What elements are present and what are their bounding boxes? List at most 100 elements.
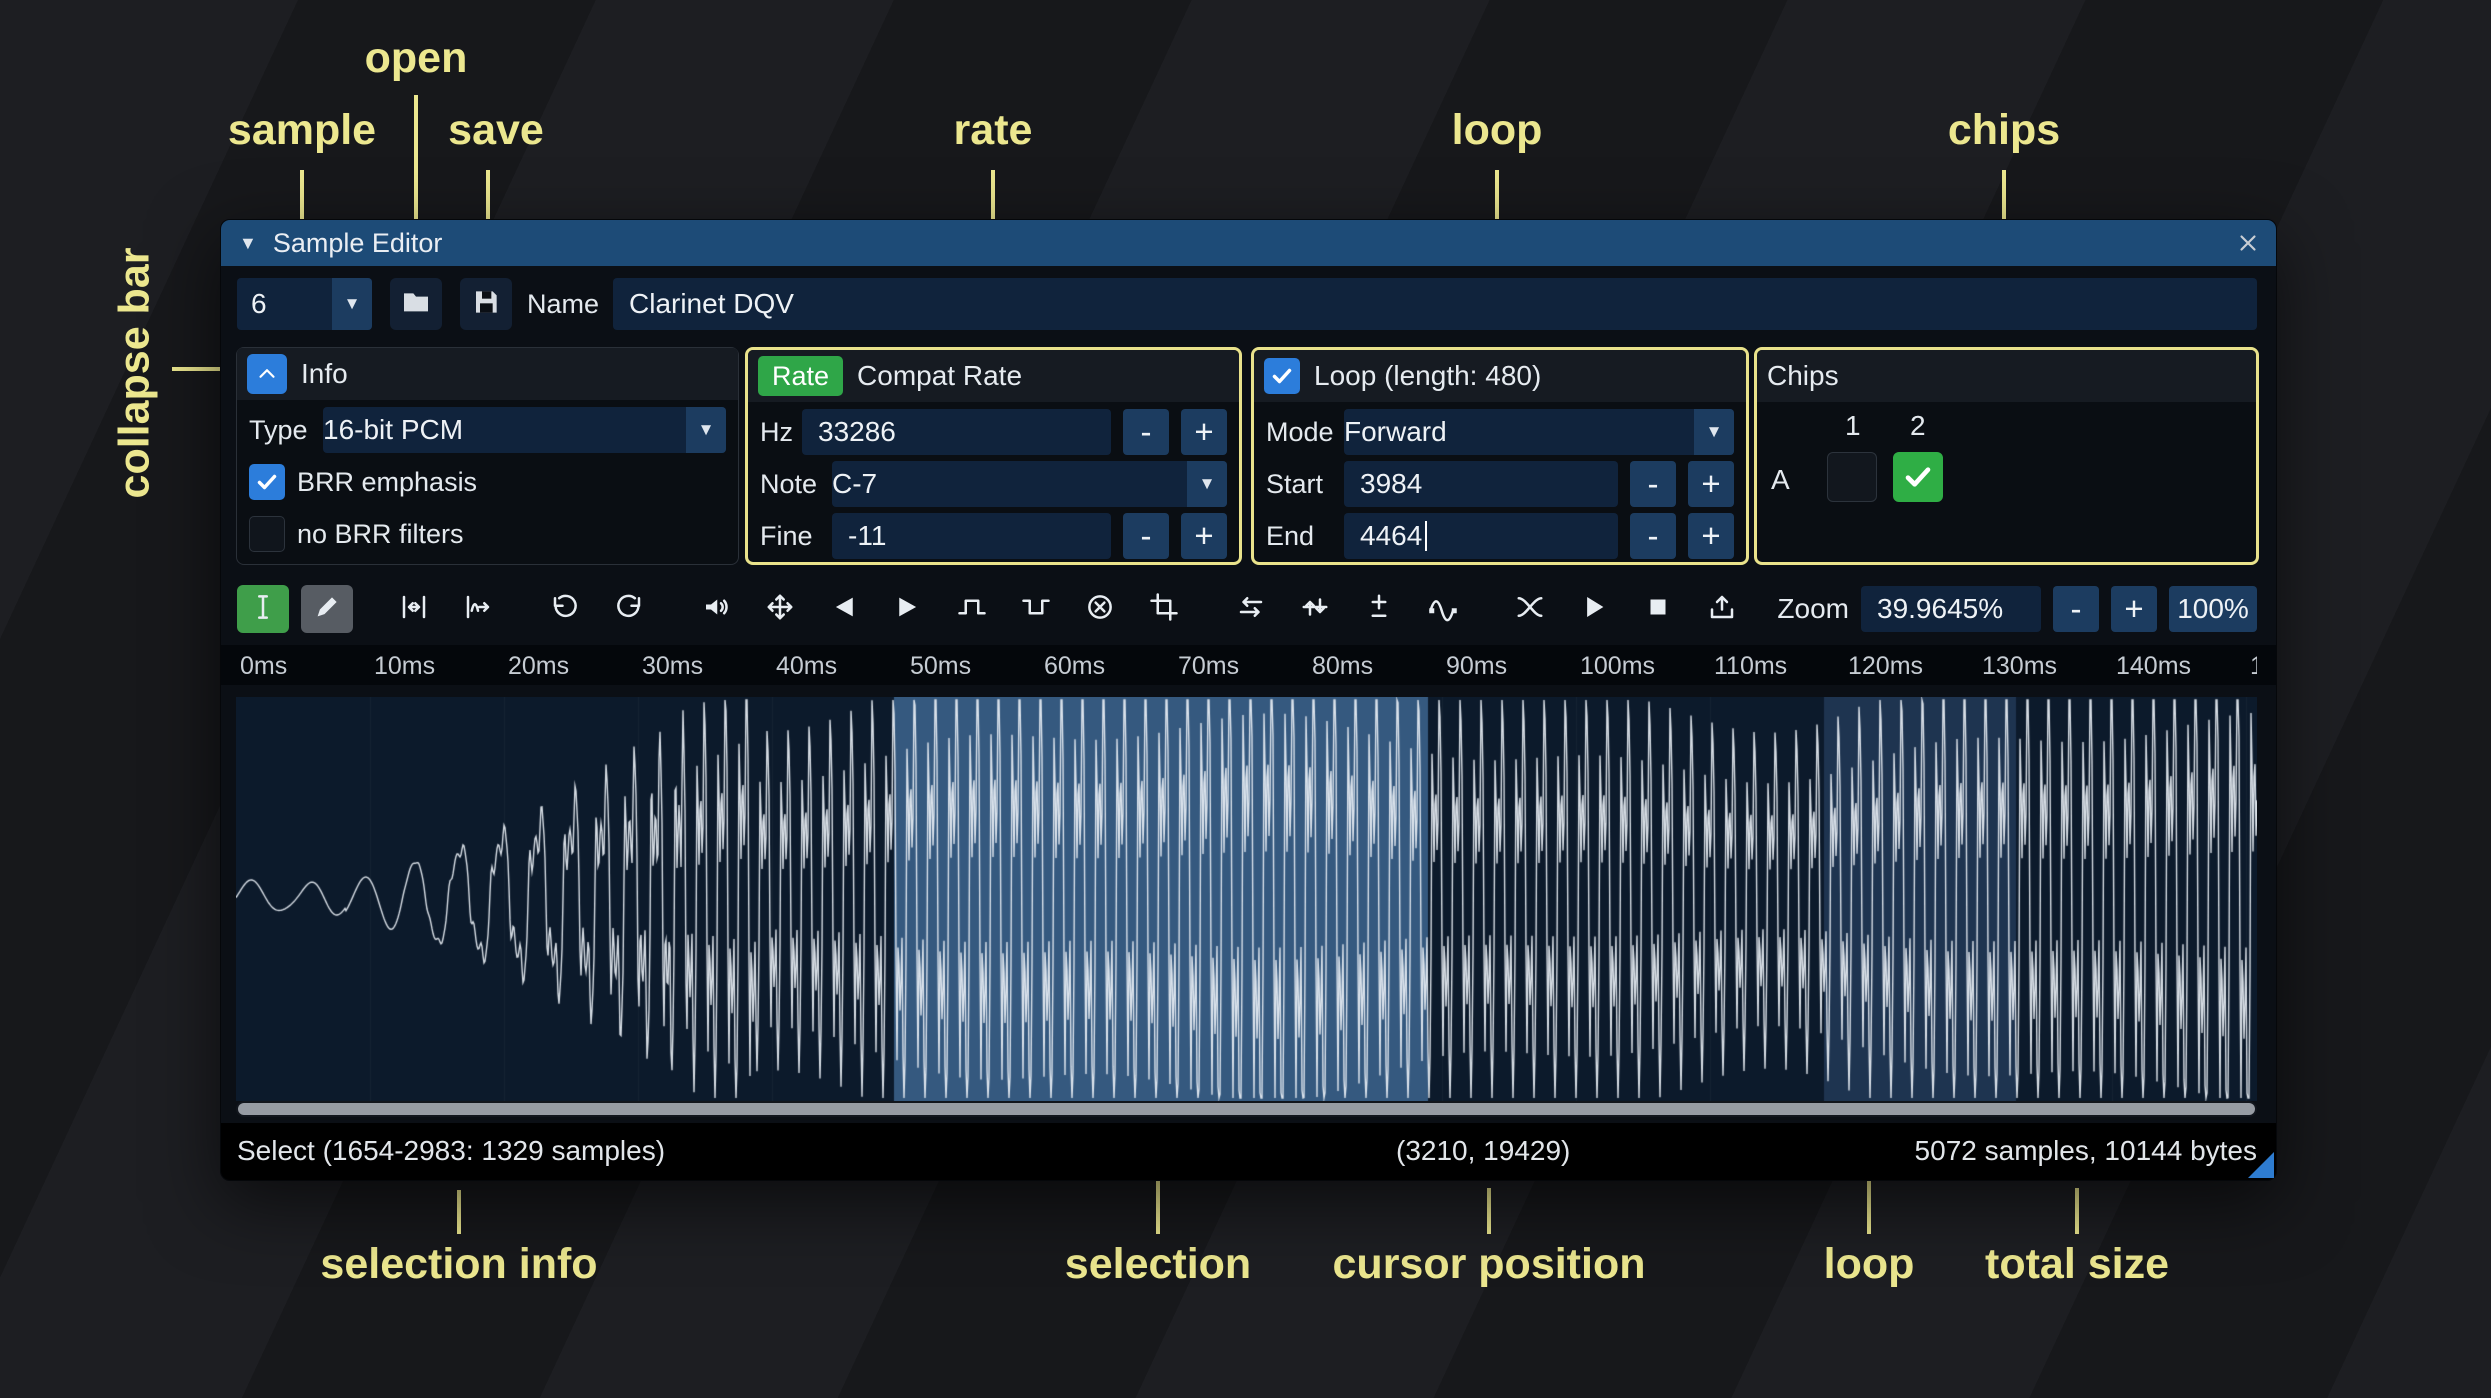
chips-panel: Chips 1 2 A [1754, 347, 2259, 565]
annotation-loop-bottom: loop [1823, 1240, 1915, 1288]
floppy-icon [470, 286, 502, 323]
crossfade-icon [1515, 592, 1545, 627]
loop-end-minus-button[interactable]: - [1630, 513, 1676, 559]
timeline-label: 80ms [1312, 652, 1374, 680]
select-tool-button[interactable] [237, 585, 289, 633]
tab-compat-rate[interactable]: Compat Rate [857, 360, 1022, 392]
chips-column-1: 1 [1845, 410, 1861, 441]
annotation-selection: selection [1064, 1240, 1252, 1288]
hz-input[interactable]: 33286 [802, 409, 1111, 455]
draw-tool-button[interactable] [301, 585, 353, 633]
apply-silence-button[interactable] [1010, 585, 1062, 633]
no-brr-filters-checkbox[interactable] [249, 516, 285, 552]
info-panel-header: Info [237, 348, 738, 400]
brr-emphasis-checkbox[interactable] [249, 464, 285, 500]
loop-end-value: 4464 [1360, 520, 1423, 551]
chip-a1-checkbox[interactable] [1827, 452, 1877, 502]
zoom-reset-button[interactable]: 100% [2169, 586, 2257, 632]
save-sample-button[interactable] [460, 278, 512, 330]
apply-silence-icon [1021, 592, 1051, 627]
text-cursor [1425, 521, 1428, 551]
open-sample-button[interactable] [390, 278, 442, 330]
collapse-bar-button[interactable] [247, 354, 287, 394]
timeline-label: 150ms [2250, 652, 2257, 680]
loop-enable-checkbox[interactable] [1264, 358, 1300, 394]
chevron-down-icon: ▼ [1187, 461, 1227, 507]
tab-rate[interactable]: Rate [758, 356, 844, 396]
loop-start-input[interactable]: 3984 [1344, 461, 1618, 507]
sample-number-dropdown[interactable]: 6 ▼ [237, 278, 372, 330]
invert-icon [1300, 592, 1330, 627]
zoom-in-button[interactable]: + [2111, 586, 2157, 632]
fine-minus-button[interactable]: - [1123, 513, 1169, 559]
loop-start-minus-button[interactable]: - [1630, 461, 1676, 507]
crossfade-button[interactable] [1504, 585, 1556, 633]
signed-unsigned-button[interactable] [1353, 585, 1405, 633]
timeline-label: 40ms [776, 652, 838, 680]
normalize-button[interactable] [754, 585, 806, 633]
filter-button[interactable] [1417, 585, 1469, 633]
type-dropdown[interactable]: 16-bit PCM ▼ [323, 407, 726, 453]
fine-plus-button[interactable]: + [1181, 513, 1227, 559]
preview-sample-button[interactable] [1568, 585, 1620, 633]
create-wavetable-icon [1707, 592, 1737, 627]
hz-label: Hz [760, 416, 793, 447]
info-panel-title: Info [301, 358, 348, 389]
insert-silence-button[interactable] [946, 585, 998, 633]
close-button[interactable] [2230, 225, 2266, 261]
sample-name-input[interactable]: Clarinet DQV [613, 278, 2257, 330]
resample-tool-button[interactable] [452, 585, 504, 633]
loop-start-label: Start [1266, 468, 1324, 499]
loop-end-plus-button[interactable]: + [1688, 513, 1734, 559]
invert-button[interactable] [1289, 585, 1341, 633]
timeline-label: 90ms [1446, 652, 1508, 680]
chips-row-label: A [1771, 464, 1790, 495]
annotation-sample: sample [227, 106, 377, 154]
sample-toolbar: Zoom 39.9645% - + 100% [237, 582, 2257, 636]
stop-preview-button[interactable] [1632, 585, 1684, 633]
loop-mode-dropdown[interactable]: Forward ▼ [1344, 409, 1734, 455]
sample-editor-window: ▼ Sample Editor 6 ▼ Name Clarinet DQV In… [220, 219, 2277, 1181]
delete-selection-icon [1085, 592, 1115, 627]
desktop-background: sample open save rate loop chips collaps… [0, 0, 2491, 1398]
loop-start-plus-button[interactable]: + [1688, 461, 1734, 507]
fade-out-button[interactable] [882, 585, 934, 633]
window-resize-grip[interactable] [2248, 1152, 2274, 1178]
trim-button[interactable] [1138, 585, 1190, 633]
waveform-canvas[interactable] [236, 697, 2257, 1101]
zoom-input[interactable]: 39.9645% [1861, 586, 2041, 632]
name-label: Name [527, 288, 600, 319]
annotation-total-size: total size [1985, 1240, 2169, 1288]
no-brr-filters-label: no BRR filters [297, 518, 464, 549]
resize-tool-button[interactable] [388, 585, 440, 633]
fade-in-button[interactable] [818, 585, 870, 633]
zoom-out-button[interactable]: - [2053, 586, 2099, 632]
reverse-button[interactable] [1225, 585, 1277, 633]
delete-selection-button[interactable] [1074, 585, 1126, 633]
zoom-controls: Zoom 39.9645% - + 100% [1777, 586, 2257, 632]
window-collapse-icon[interactable]: ▼ [239, 233, 257, 254]
scrollbar-thumb[interactable] [238, 1103, 2255, 1115]
rate-panel: Rate Compat Rate Hz 33286 - + Note C-7 ▼… [745, 347, 1242, 565]
redo-button[interactable] [603, 585, 655, 633]
create-wavetable-button[interactable] [1696, 585, 1748, 633]
reverse-icon [1236, 592, 1266, 627]
hz-minus-button[interactable]: - [1123, 409, 1169, 455]
waveform-scrollbar[interactable] [236, 1101, 2257, 1117]
loop-end-input[interactable]: 4464 [1344, 513, 1618, 559]
resize-tool-icon [399, 592, 429, 627]
fine-input[interactable]: -11 [832, 513, 1111, 559]
selection-info-text: Select (1654-2983: 1329 samples) [237, 1135, 666, 1166]
annotation-cursor-position: cursor position [1332, 1240, 1646, 1288]
chip-a2-checkbox[interactable] [1893, 452, 1943, 502]
note-dropdown[interactable]: C-7 ▼ [832, 461, 1227, 507]
window-titlebar[interactable]: ▼ Sample Editor [221, 220, 2276, 266]
hz-plus-button[interactable]: + [1181, 409, 1227, 455]
undo-icon [550, 592, 580, 627]
undo-button[interactable] [539, 585, 591, 633]
note-value: C-7 [832, 468, 878, 499]
amplify-button[interactable] [690, 585, 742, 633]
timeline-label: 130ms [1982, 652, 2058, 680]
chevron-down-icon: ▼ [332, 278, 372, 330]
loop-panel-title: Loop (length: 480) [1314, 360, 1542, 391]
